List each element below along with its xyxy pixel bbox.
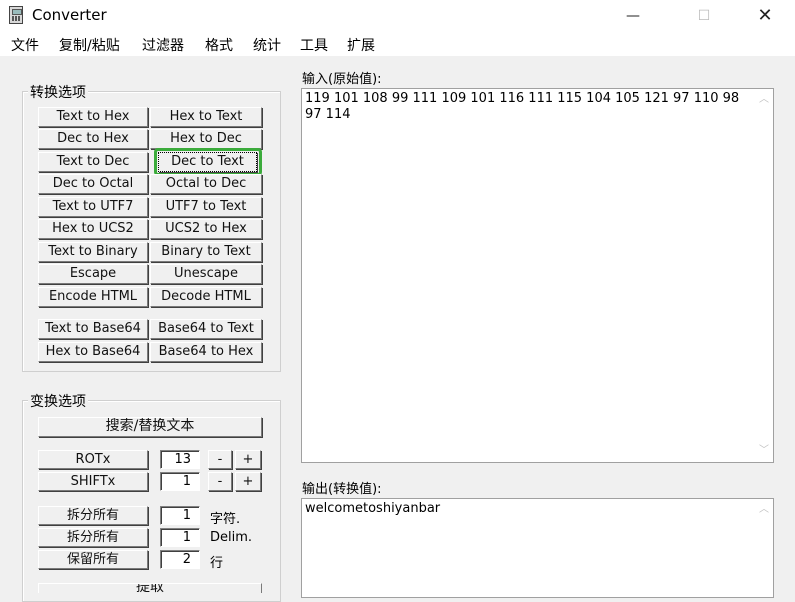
keep-all-unit: 行: [210, 556, 224, 571]
encode-html-button[interactable]: Encode HTML: [38, 287, 148, 307]
rot-value: 13: [174, 452, 191, 467]
menu-copy-paste[interactable]: 复制/粘贴: [59, 35, 120, 55]
shift-value: 1: [182, 474, 191, 489]
keep-all-button[interactable]: 保留所有: [38, 550, 148, 569]
text-to-hex-button[interactable]: Text to Hex: [38, 107, 148, 127]
shift-minus-button[interactable]: -: [208, 472, 232, 491]
text-to-dec-button[interactable]: Text to Dec: [38, 152, 148, 172]
menu-bar: 文件 复制/粘贴 过滤器 格式 统计 工具 扩展: [0, 32, 795, 56]
hex-to-base64-button[interactable]: Hex to Base64: [38, 342, 148, 362]
split-delim-value: 1: [182, 530, 191, 545]
rot-plus-button[interactable]: +: [235, 450, 261, 469]
split-delim-field[interactable]: 1: [160, 528, 200, 547]
hex-to-dec-button[interactable]: Hex to Dec: [150, 129, 262, 149]
output-textarea[interactable]: welcometoshiyanbar ︿: [301, 498, 774, 598]
rot-button[interactable]: ROTx: [38, 450, 148, 469]
dec-to-hex-button[interactable]: Dec to Hex: [38, 129, 148, 149]
text-to-binary-button[interactable]: Text to Binary: [38, 242, 148, 262]
menu-filters[interactable]: 过滤器: [142, 35, 184, 55]
shift-button[interactable]: SHIFTx: [38, 472, 148, 491]
hex-to-ucs2-button[interactable]: Hex to UCS2: [38, 219, 148, 239]
convert-options-label: 转换选项: [28, 82, 88, 102]
input-textarea[interactable]: 119 101 108 99 111 109 101 116 111 115 1…: [301, 88, 774, 463]
text-to-base64-button[interactable]: Text to Base64: [38, 319, 148, 339]
keep-all-field[interactable]: 2: [160, 550, 200, 569]
base64-to-text-button[interactable]: Base64 to Text: [150, 319, 262, 339]
text-to-utf7-button[interactable]: Text to UTF7: [38, 197, 148, 217]
hex-to-text-button[interactable]: Hex to Text: [150, 107, 262, 127]
scroll-up-icon[interactable]: ︿: [759, 95, 769, 105]
split-chars-field[interactable]: 1: [160, 506, 200, 525]
minimize-button[interactable]: —: [610, 0, 656, 32]
escape-button[interactable]: Escape: [38, 264, 148, 284]
rot-minus-button[interactable]: -: [208, 450, 232, 469]
ucs2-to-hex-button[interactable]: UCS2 to Hex: [150, 219, 262, 239]
extract-button[interactable]: 提取: [38, 583, 262, 593]
close-button[interactable]: ✕: [742, 0, 788, 32]
decode-html-button[interactable]: Decode HTML: [150, 287, 262, 307]
transform-options-label: 变换选项: [28, 391, 88, 411]
rot-value-field[interactable]: 13: [160, 450, 200, 469]
scroll-down-icon[interactable]: ﹀: [759, 446, 769, 456]
output-scroll-up-icon[interactable]: ︿: [759, 505, 769, 515]
base64-to-hex-button[interactable]: Base64 to Hex: [150, 342, 262, 362]
shift-plus-button[interactable]: +: [235, 472, 261, 491]
title-bar[interactable]: Converter — ☐ ✕: [0, 0, 795, 32]
binary-to-text-button[interactable]: Binary to Text: [150, 242, 262, 262]
output-text: welcometoshiyanbar: [305, 501, 441, 516]
maximize-button[interactable]: ☐: [681, 0, 727, 32]
split-delim-unit: Delim.: [210, 530, 253, 545]
search-replace-button[interactable]: 搜索/替换文本: [38, 417, 262, 437]
split-chars-unit: 字符.: [210, 512, 241, 527]
shift-value-field[interactable]: 1: [160, 472, 200, 491]
utf7-to-text-button[interactable]: UTF7 to Text: [150, 197, 262, 217]
menu-file[interactable]: 文件: [11, 35, 39, 55]
keep-all-value: 2: [182, 552, 191, 567]
window-title: Converter: [32, 6, 107, 24]
unescape-button[interactable]: Unescape: [150, 264, 262, 284]
output-label: 输出(转换值):: [302, 482, 382, 497]
selection-highlight: [154, 148, 262, 176]
menu-format[interactable]: 格式: [205, 35, 233, 55]
menu-tools[interactable]: 工具: [300, 35, 328, 55]
split-chars-button[interactable]: 拆分所有: [38, 506, 148, 525]
menu-extensions[interactable]: 扩展: [347, 35, 375, 55]
split-chars-value: 1: [182, 508, 191, 523]
input-text: 119 101 108 99 111 109 101 116 111 115 1…: [305, 91, 744, 122]
dec-to-octal-button[interactable]: Dec to Octal: [38, 174, 148, 194]
octal-to-dec-button[interactable]: Octal to Dec: [150, 174, 262, 194]
split-delim-button[interactable]: 拆分所有: [38, 528, 148, 547]
menu-statistics[interactable]: 统计: [253, 35, 281, 55]
input-label: 输入(原始值):: [302, 72, 382, 87]
calculator-icon: [9, 6, 23, 24]
